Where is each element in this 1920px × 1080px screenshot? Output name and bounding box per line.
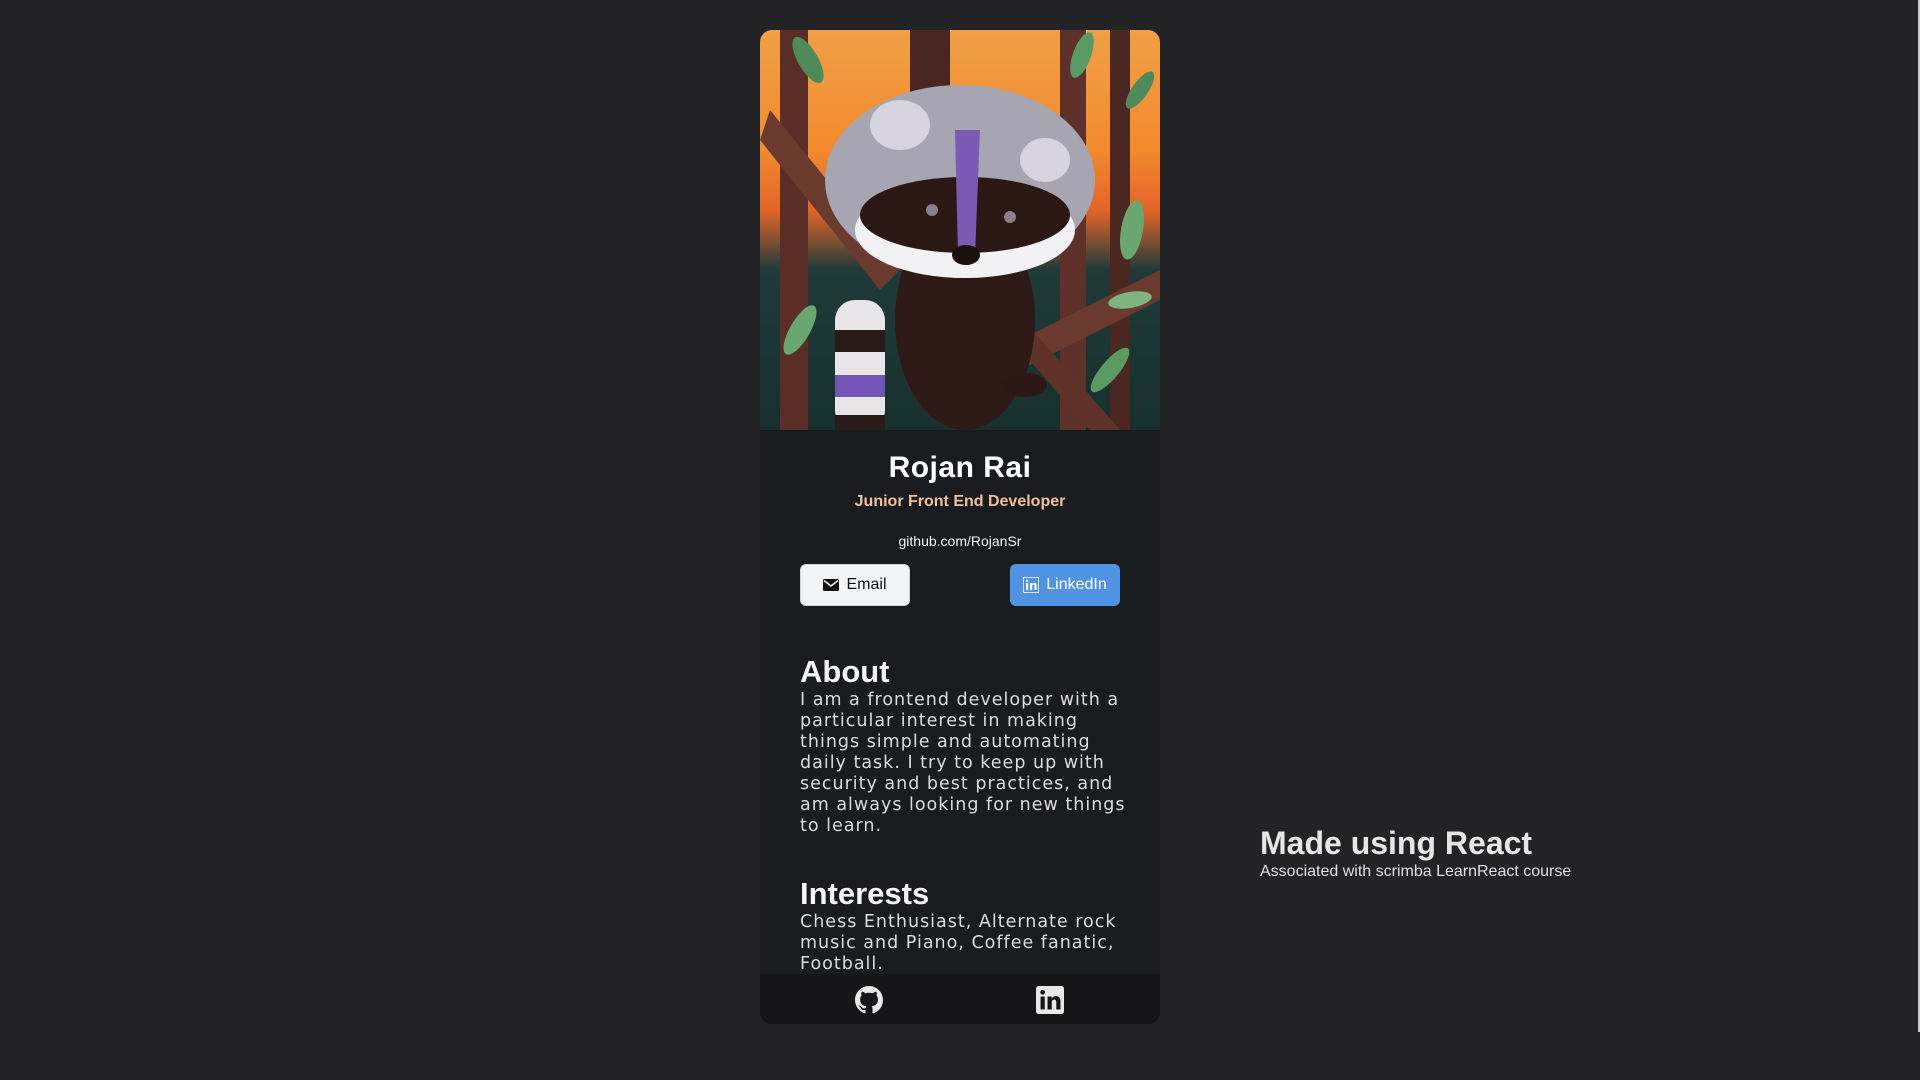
email-button[interactable]: Email bbox=[800, 564, 910, 606]
interests-heading: Interests bbox=[800, 876, 930, 911]
linkedin-icon[interactable] bbox=[1036, 986, 1064, 1014]
about-section: About I am a frontend developer with a p… bbox=[800, 654, 1130, 837]
profile-name: Rojan Rai bbox=[888, 451, 1032, 484]
contact-buttons: Email LinkedIn bbox=[800, 564, 1120, 606]
github-icon[interactable] bbox=[855, 986, 883, 1014]
envelope-icon bbox=[823, 577, 840, 593]
linkedin-icon bbox=[1023, 577, 1040, 593]
profile-card: Rojan Rai Junior Front End Developer git… bbox=[760, 30, 1160, 1024]
profile-image bbox=[760, 30, 1160, 430]
interests-text: Chess Enthusiast, Alternate rock music a… bbox=[800, 912, 1117, 974]
side-note-subtext: Associated with scrimba LearnReact cours… bbox=[1260, 863, 1572, 880]
about-text: I am a frontend developer with a particu… bbox=[800, 690, 1126, 836]
raccoon-illustration bbox=[760, 30, 1160, 430]
profile-info: Rojan Rai Junior Front End Developer git… bbox=[760, 430, 1160, 550]
website-link[interactable]: github.com/RojanSr bbox=[899, 532, 1022, 550]
side-note: Made using React Associated with scrimba… bbox=[1260, 824, 1571, 882]
email-button-label: Email bbox=[846, 576, 887, 593]
profile-title: Junior Front End Developer bbox=[854, 493, 1066, 510]
interests-section: Interests Chess Enthusiast, Alternate ro… bbox=[800, 876, 1130, 975]
card-footer bbox=[760, 974, 1160, 1024]
linkedin-button-label: LinkedIn bbox=[1046, 576, 1107, 593]
side-note-heading: Made using React bbox=[1260, 825, 1533, 861]
linkedin-button[interactable]: LinkedIn bbox=[1010, 564, 1120, 606]
about-heading: About bbox=[800, 654, 890, 689]
page: Rojan Rai Junior Front End Developer git… bbox=[0, 0, 1920, 1080]
